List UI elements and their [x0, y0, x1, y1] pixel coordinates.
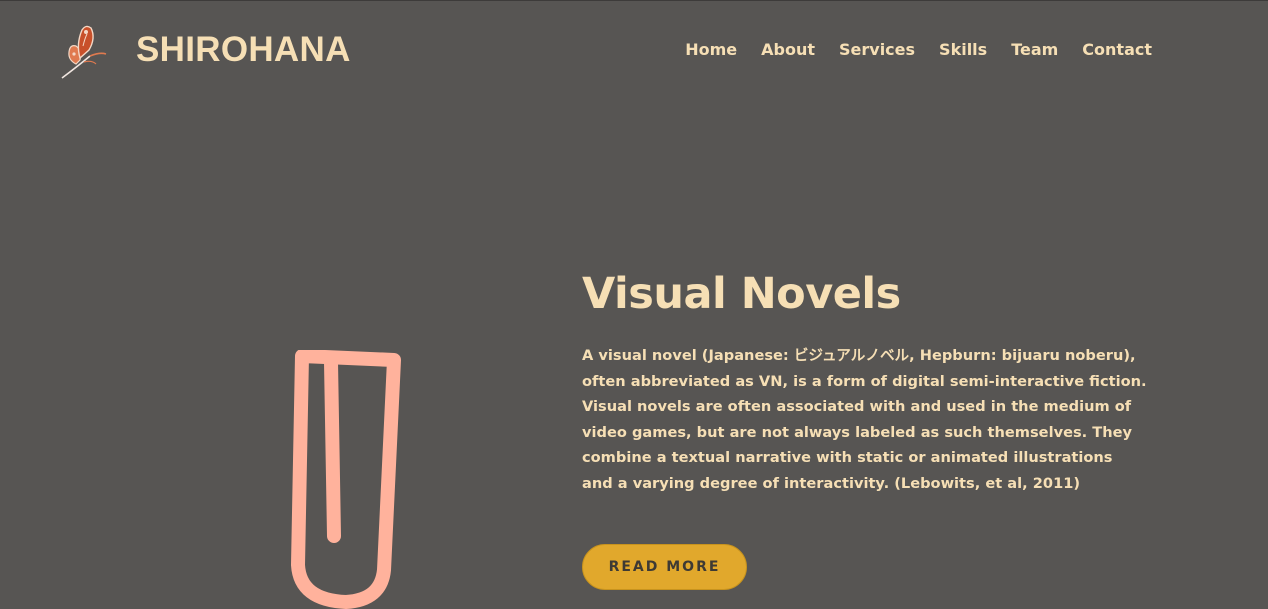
nav-skills[interactable]: Skills	[939, 40, 987, 59]
paperclip-icon	[291, 350, 401, 609]
brand-name[interactable]: SHIROHANA	[136, 30, 351, 70]
hero-title: Visual Novels	[582, 269, 901, 319]
read-more-button[interactable]: READ MORE	[582, 544, 747, 590]
butterfly-icon[interactable]	[56, 20, 110, 82]
nav-home[interactable]: Home	[685, 40, 737, 59]
nav-about[interactable]: About	[761, 40, 815, 59]
hero-section: Visual Novels A visual novel (Japanese: …	[582, 265, 1152, 496]
hero-description: A visual novel (Japanese: ビジュアルノベル, Hepb…	[582, 347, 1147, 492]
site-header: SHIROHANA Home About Services Skills Tea…	[0, 0, 1268, 100]
nav-team[interactable]: Team	[1011, 40, 1058, 59]
nav-services[interactable]: Services	[839, 40, 915, 59]
nav-contact[interactable]: Contact	[1082, 40, 1152, 59]
main-nav: Home About Services Skills Team Contact	[685, 40, 1152, 59]
